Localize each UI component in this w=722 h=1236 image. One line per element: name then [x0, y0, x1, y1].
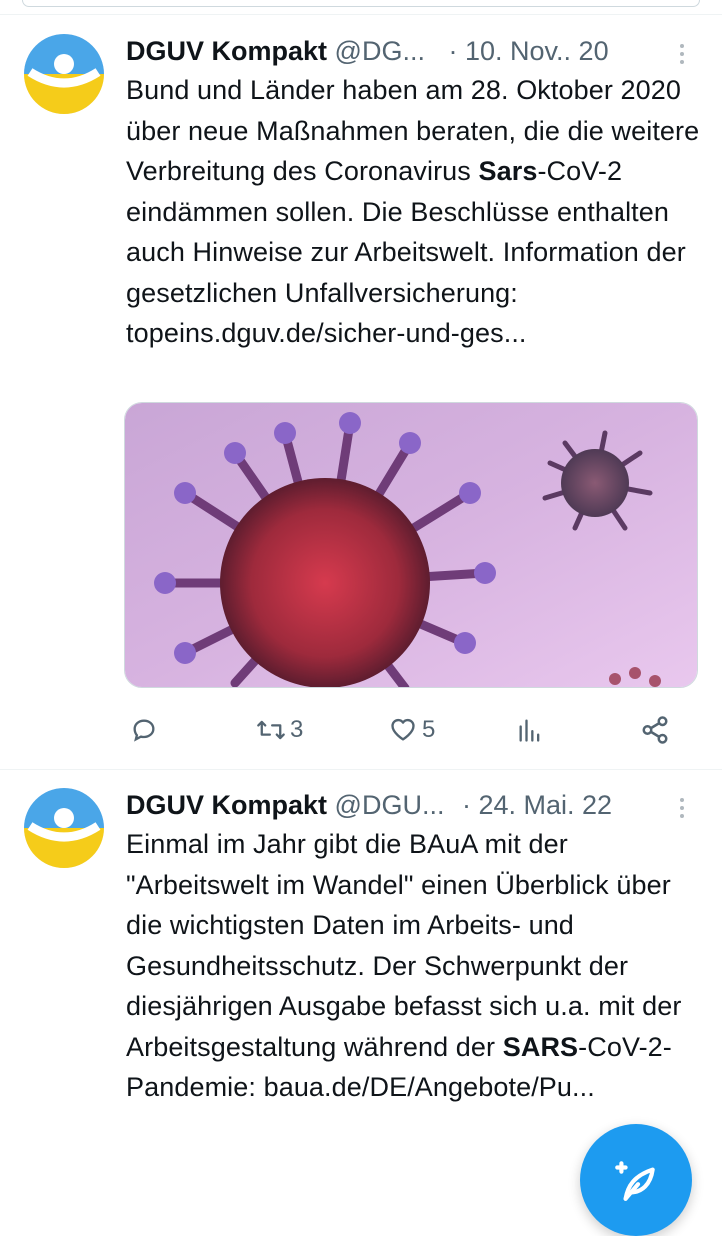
highlight: Sars — [478, 156, 538, 186]
display-name[interactable]: DGUV Kompakt — [126, 36, 327, 66]
divider — [0, 14, 722, 15]
like-count: 5 — [422, 716, 436, 743]
text-part: Einmal im Jahr gibt die BAuA mit der "Ar… — [126, 829, 682, 1062]
retweet-button[interactable]: 3 — [256, 710, 303, 750]
timestamp[interactable]: 10. Nov.. 20 — [465, 36, 609, 66]
tweet-text: Bund und Länder haben am 28. Oktober 202… — [126, 70, 706, 354]
user-handle[interactable]: @DG... — [335, 36, 425, 66]
compose-button[interactable] — [580, 1124, 692, 1236]
views-icon — [519, 719, 540, 742]
reply-icon — [133, 719, 155, 742]
more-icon[interactable] — [670, 42, 694, 66]
retweet-icon — [257, 720, 285, 740]
tweet-header: DGUV Kompakt @DG... · 10. Nov.. 20 — [126, 34, 656, 68]
previous-card-edge — [22, 0, 700, 7]
more-icon[interactable] — [670, 796, 694, 820]
separator: · — [448, 36, 458, 66]
compose-icon — [615, 1161, 655, 1201]
like-icon — [391, 718, 415, 741]
user-handle[interactable]: @DGU... — [335, 790, 445, 820]
separator: · — [461, 790, 471, 820]
dguv-logo-icon — [24, 34, 104, 114]
tweet-image[interactable] — [124, 402, 698, 688]
reply-button[interactable] — [130, 710, 162, 750]
avatar[interactable] — [24, 788, 104, 868]
dguv-logo-icon — [24, 788, 104, 868]
divider — [0, 769, 722, 770]
share-icon — [642, 716, 668, 744]
timestamp[interactable]: 24. Mai. 22 — [479, 790, 613, 820]
share-button[interactable] — [640, 710, 670, 750]
tweet[interactable]: DGUV Kompakt @DG... · 10. Nov.. 20 Bund … — [0, 34, 722, 770]
retweet-count: 3 — [290, 716, 304, 743]
display-name[interactable]: DGUV Kompakt — [126, 790, 327, 820]
views-button[interactable] — [516, 710, 544, 750]
highlight: SARS — [502, 1031, 579, 1062]
coronavirus-illustration — [125, 403, 697, 687]
tweet-text: Einmal im Jahr gibt die BAuA mit der "Ar… — [126, 824, 692, 1108]
tweet-actions: 3 5 — [126, 710, 686, 750]
like-button[interactable]: 5 — [388, 710, 435, 750]
avatar[interactable] — [24, 34, 104, 114]
tweet-header: DGUV Kompakt @DGU... · 24. Mai. 22 — [126, 788, 656, 822]
